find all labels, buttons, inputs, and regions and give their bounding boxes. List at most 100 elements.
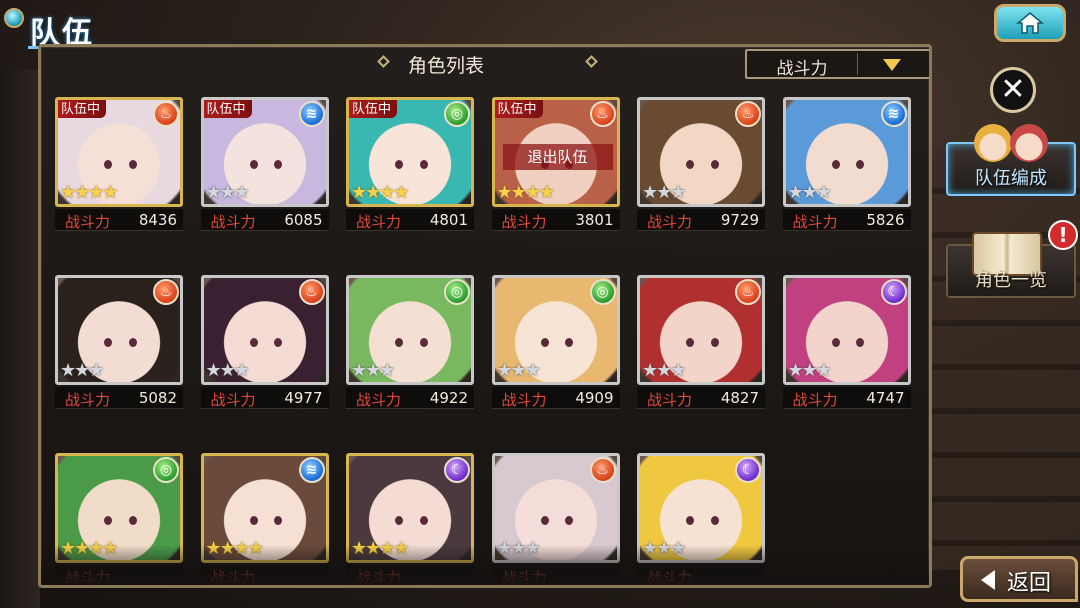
fire-element-icon: ♨: [153, 101, 179, 127]
back-button[interactable]: 返回: [960, 556, 1078, 602]
scroll-fade: [41, 545, 929, 585]
power-row: 战斗力 5082: [55, 387, 183, 409]
character-portrait[interactable]: ♨ ★★★: [637, 97, 765, 207]
character-portrait[interactable]: ♨ ★★★: [637, 275, 765, 385]
power-value: 4922: [429, 389, 468, 407]
power-row: 战斗力 9729: [637, 209, 765, 231]
background-left: [0, 70, 40, 608]
rarity-stars: ★★★★: [60, 182, 119, 203]
character-card[interactable]: ♨ ★★★ 战斗力 9729: [637, 97, 765, 245]
rarity-stars: ★★★: [787, 360, 832, 381]
water-element-icon: ≋: [298, 101, 325, 127]
eye-icon: [419, 516, 428, 526]
rarity-stars: ★★★: [351, 360, 395, 381]
rarity-stars: ★★★: [60, 360, 104, 381]
character-card[interactable]: ≋ ★★★ 战斗力 5826: [782, 97, 911, 245]
power-label: 战斗力: [356, 391, 402, 409]
leave-team-button[interactable]: 退出队伍: [502, 144, 613, 170]
rarity-stars: ★★★★: [351, 182, 410, 203]
back-label: 返回: [1007, 571, 1052, 596]
eye-icon: [128, 160, 137, 170]
character-portrait[interactable]: ♨ ★★★: [55, 275, 183, 385]
in-team-tag: 队伍中: [349, 100, 398, 118]
power-value: 4977: [284, 389, 323, 407]
power-row: 战斗力 8436: [55, 209, 183, 231]
character-card[interactable]: 队伍中 ♨ ★★★★ 战斗力 8436: [55, 97, 183, 245]
character-portrait[interactable]: ≋ ★★★: [782, 97, 911, 207]
fire-element-icon: ♨: [589, 101, 616, 127]
fire-element-icon: ♨: [153, 279, 179, 305]
fire-element-icon: ♨: [298, 279, 325, 305]
character-card[interactable]: ♨ ★★★ 战斗力 4977: [200, 275, 329, 423]
power-row: 战斗力 4747: [782, 387, 911, 409]
in-team-tag: 队伍中: [58, 100, 107, 118]
power-row: 战斗力 4922: [346, 387, 474, 409]
eye-icon: [128, 516, 137, 526]
character-catalog-button[interactable]: 角色一览: [946, 232, 1076, 298]
power-label: 战斗力: [65, 213, 111, 231]
power-label: 战斗力: [792, 213, 838, 231]
close-icon: ✕: [1000, 72, 1026, 107]
character-card[interactable]: 队伍中 ♨ ★★★★ 退出队伍 战斗力 3801: [491, 97, 620, 245]
wind-element-icon: ◎: [444, 279, 470, 305]
power-value: 4827: [720, 389, 759, 407]
water-element-icon: ≋: [298, 457, 325, 483]
sort-dropdown[interactable]: 战斗力: [745, 49, 929, 79]
power-label: 战斗力: [210, 391, 256, 409]
power-value: 5082: [138, 389, 177, 407]
home-icon: [1016, 12, 1044, 34]
eye-icon: [710, 160, 719, 170]
power-label: 战斗力: [647, 391, 693, 409]
character-portrait[interactable]: 队伍中 ♨ ★★★★ 退出队伍: [491, 97, 620, 207]
character-portrait[interactable]: 队伍中 ◎ ★★★★: [346, 97, 474, 207]
sort-separator: [857, 53, 858, 75]
power-label: 战斗力: [501, 391, 547, 409]
rarity-stars: ★★★: [642, 360, 686, 381]
character-card[interactable]: ♨ ★★★ 战斗力 5082: [55, 275, 183, 423]
title-ornament-right: [585, 55, 598, 68]
character-portrait[interactable]: ◎ ★★★: [346, 275, 474, 385]
team-edit-label: 队伍编成: [975, 168, 1047, 189]
power-value: 8436: [138, 211, 177, 229]
character-card[interactable]: ♨ ★★★ 战斗力 4827: [637, 275, 765, 423]
power-value: 4909: [575, 389, 614, 407]
eye-icon: [419, 160, 428, 170]
alert-badge-icon: !: [1048, 220, 1078, 250]
eye-icon: [128, 338, 137, 348]
team-edit-button[interactable]: 队伍编成: [946, 124, 1076, 196]
wind-element-icon: ◎: [153, 457, 179, 483]
wind-element-icon: ◎: [444, 101, 470, 127]
rarity-stars: ★★★: [642, 182, 686, 203]
fire-element-icon: ♨: [589, 457, 616, 483]
character-card[interactable]: 队伍中 ≋ ★★★ 战斗力 6085: [200, 97, 329, 245]
rarity-stars: ★★★: [205, 360, 250, 381]
water-element-icon: ≋: [880, 101, 907, 127]
power-value: 9729: [720, 211, 759, 229]
power-row: 战斗力 4977: [200, 387, 329, 409]
character-card[interactable]: ◎ ★★★ 战斗力 4922: [346, 275, 474, 423]
rarity-stars: ★★★: [787, 182, 832, 203]
back-arrow-icon: [981, 570, 995, 590]
character-card[interactable]: ◎ ★★★ 战斗力 4909: [491, 275, 620, 423]
character-portrait[interactable]: ◎ ★★★: [491, 275, 620, 385]
character-portrait[interactable]: ☾ ★★★: [782, 275, 911, 385]
character-card[interactable]: 队伍中 ◎ ★★★★ 战斗力 4801: [346, 97, 474, 245]
team-portraits-icon: [970, 124, 1054, 164]
character-card[interactable]: ☾ ★★★ 战斗力 4747: [782, 275, 911, 423]
rarity-stars: ★★★: [205, 182, 250, 203]
home-button[interactable]: [994, 4, 1066, 42]
power-label: 战斗力: [210, 213, 256, 231]
character-portrait[interactable]: 队伍中 ♨ ★★★★: [55, 97, 183, 207]
chevron-down-icon[interactable]: [883, 59, 901, 71]
power-row: 战斗力 3801: [491, 209, 620, 231]
in-team-tag: 队伍中: [494, 100, 543, 118]
power-value: 5826: [866, 211, 905, 229]
character-portrait[interactable]: 队伍中 ≋ ★★★: [200, 97, 329, 207]
wind-element-icon: ◎: [589, 279, 616, 305]
eye-icon: [710, 516, 719, 526]
close-button[interactable]: ✕: [990, 67, 1036, 113]
power-value: 4801: [429, 211, 468, 229]
dark-element-icon: ☾: [444, 457, 470, 483]
character-portrait[interactable]: ♨ ★★★: [200, 275, 329, 385]
power-row: 战斗力 4801: [346, 209, 474, 231]
